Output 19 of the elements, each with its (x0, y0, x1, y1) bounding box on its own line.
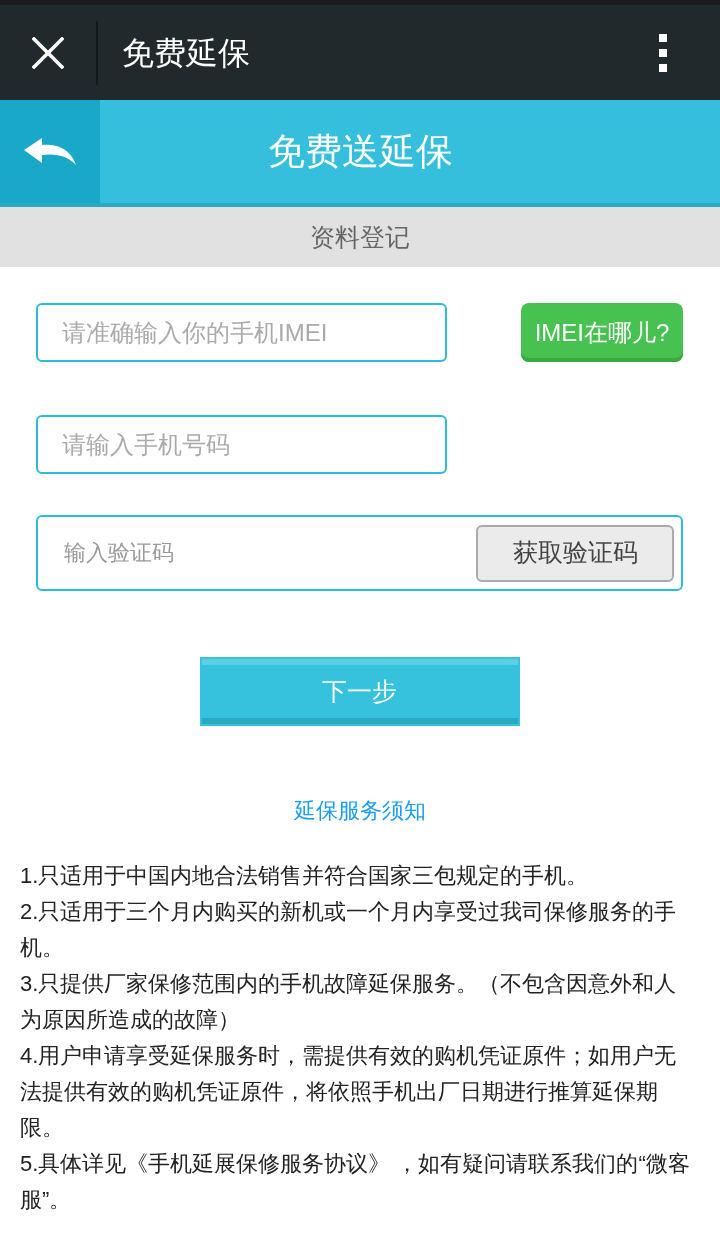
terms-item: 5.具体详见《手机延展保修服务协议》 ，如有疑问请联系我们的“微客服”。 (20, 1150, 691, 1214)
service-notice-link[interactable]: 延保服务须知 (294, 796, 426, 826)
back-arrow-icon (24, 137, 76, 166)
terms-item: 2.只适用于三个月内购买的新机或一个月内享受过我司保修服务的手机。 (20, 898, 678, 962)
section-title: 资料登记 (310, 222, 410, 253)
code-input-field[interactable]: 输入验证码 获取验证码 (36, 515, 683, 591)
page-title: 免费延保 (122, 33, 250, 73)
close-icon[interactable] (32, 36, 64, 69)
imei-input-field[interactable]: 请准确输入你的手机IMEI (36, 303, 447, 362)
menu-icon[interactable] (659, 33, 667, 72)
get-code-button[interactable]: 获取验证码 (476, 524, 674, 582)
header-title: 免费送延保 (267, 129, 453, 174)
back-button[interactable] (0, 100, 100, 203)
terms-item: 3.只提供厂家保修范围内的手机故障延保服务。（不包含因意外和人为原因所造成的故障） (20, 970, 678, 1034)
terms-item: 4.用户申请享受延保服务时，需提供有效的购机凭证原件；如用户无法提供有效的购机凭证原件，将依照手机出厂日期进行推算延保期限。 (20, 1042, 678, 1142)
imei-help-button[interactable]: IMEI在哪儿? (521, 303, 683, 362)
next-button[interactable]: 下一步 (199, 657, 520, 726)
phone-input-field[interactable]: 请输入手机号码 (36, 415, 447, 474)
terms-item: 1.只适用于中国内地合法销售并符合国家三包规定的手机。 (20, 862, 590, 890)
